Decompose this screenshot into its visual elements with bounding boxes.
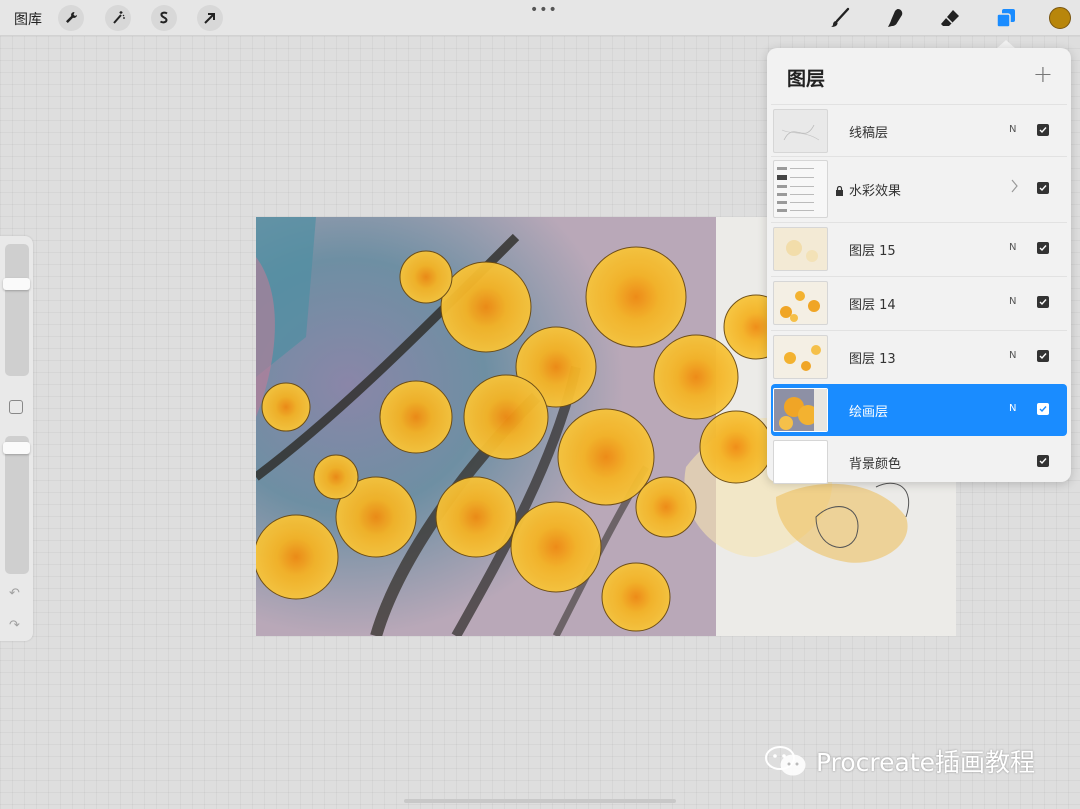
transform-arrow-icon[interactable] [197,5,223,31]
wrench-icon[interactable] [58,5,84,31]
visibility-checkbox[interactable] [1037,403,1049,415]
visibility-checkbox[interactable] [1037,350,1049,362]
layer-thumbnail [773,109,828,153]
layer-row[interactable]: 图层 15 N [771,222,1067,274]
opacity-slider[interactable] [5,436,29,574]
blend-mode-button[interactable]: N [1009,403,1016,414]
wechat-icon [765,746,806,776]
layer-name: 线稿层 [849,126,889,141]
layer-name: 背景颜色 [849,457,902,472]
brush-size-thumb[interactable] [3,277,30,290]
visibility-checkbox[interactable] [1037,182,1049,194]
gallery-button[interactable]: 图库 [14,9,42,29]
modify-button[interactable] [9,400,23,414]
layer-thumbnail [773,335,828,379]
brush-size-slider[interactable] [5,244,29,376]
layer-thumbnail [773,388,828,432]
selection-s-icon[interactable] [151,5,177,31]
layer-name: 图层 13 [849,352,896,367]
lock-icon [835,181,844,200]
magic-wand-icon[interactable] [105,5,131,31]
blend-mode-button[interactable]: N [1009,242,1016,253]
layer-group-row[interactable]: 水彩效果 [771,156,1067,220]
layer-row-selected[interactable]: 绘画层 N [771,384,1067,436]
add-layer-button[interactable]: + [1033,60,1053,88]
layer-row[interactable]: 图层 13 N [771,330,1067,382]
color-swatch-button[interactable] [1049,7,1071,29]
watermark-text: Procreate插画教程 [816,748,1036,777]
layer-row-background[interactable]: 背景颜色 [771,436,1067,488]
layer-row[interactable]: 图层 14 N [771,276,1067,328]
layers-panel-title: 图层 [787,68,826,90]
eraser-icon[interactable] [938,6,962,30]
home-indicator[interactable] [404,799,676,803]
visibility-checkbox[interactable] [1037,124,1049,136]
chevron-right-icon[interactable] [1011,179,1019,197]
group-thumbnail [773,160,828,218]
layer-name: 图层 14 [849,298,896,313]
more-handle[interactable]: ••• [530,2,558,18]
layer-thumbnail [773,281,828,325]
blend-mode-button[interactable]: N [1009,350,1016,361]
smudge-icon[interactable] [883,6,907,30]
blend-mode-button[interactable]: N [1009,124,1016,135]
opacity-thumb[interactable] [3,442,30,455]
layers-panel: 图层 + 线稿层 N 水彩效果 图层 15 N 图层 14 N 图层 13 N … [767,48,1071,484]
visibility-checkbox[interactable] [1037,296,1049,308]
layer-thumbnail [773,440,828,484]
visibility-checkbox[interactable] [1037,455,1049,467]
layer-name: 绘画层 [849,405,889,420]
layer-name: 水彩效果 [849,184,902,199]
watermark: Procreate插画教程 [764,744,1035,778]
left-sidebar: ↶ ↷ [0,236,33,641]
undo-icon[interactable]: ↶ [9,586,20,601]
redo-icon[interactable]: ↷ [9,618,20,633]
layer-name: 图层 15 [849,244,896,259]
top-toolbar: 图库 ••• [0,0,1080,36]
layer-row[interactable]: 线稿层 N [771,104,1067,156]
brush-icon[interactable] [828,6,852,30]
layers-icon[interactable] [994,6,1018,30]
layer-thumbnail [773,227,828,271]
blend-mode-button[interactable]: N [1009,296,1016,307]
visibility-checkbox[interactable] [1037,242,1049,254]
